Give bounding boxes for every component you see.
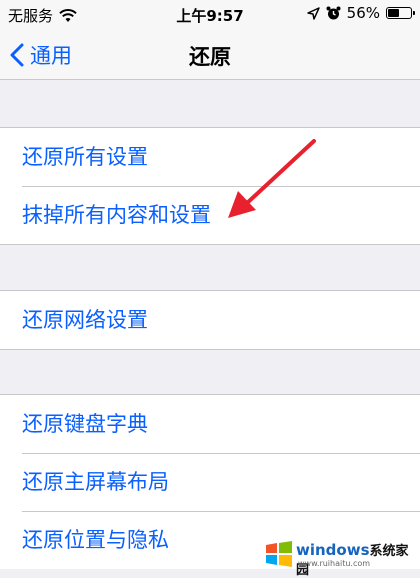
watermark-brand-en: windows xyxy=(296,541,370,559)
annotation-arrow xyxy=(228,139,316,218)
windows-logo-icon xyxy=(266,541,292,567)
watermark-url: www.ruihaitu.com xyxy=(298,559,371,568)
watermark: windows系统家园 www.ruihaitu.com xyxy=(264,534,414,578)
